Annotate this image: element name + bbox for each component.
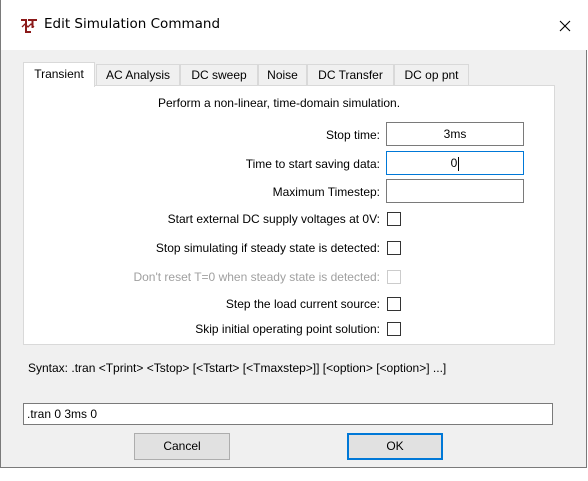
cancel-button[interactable]: Cancel	[134, 433, 230, 460]
edit-simulation-command-dialog: Edit Simulation Command Transient AC Ana…	[0, 0, 587, 468]
tab-ac-analysis[interactable]: AC Analysis	[96, 64, 180, 85]
syntax-hint: Syntax: .tran <Tprint> <Tstop> [<Tstart>…	[28, 361, 447, 375]
stop-time-input[interactable]: 3ms	[386, 122, 524, 146]
tab-noise[interactable]: Noise	[258, 64, 307, 85]
window-title: Edit Simulation Command	[44, 16, 221, 32]
skip-op-point-checkbox[interactable]	[387, 322, 401, 336]
stop-steady-state-checkbox[interactable]	[387, 241, 401, 255]
dont-reset-t0-checkbox	[387, 270, 401, 284]
step-load-current-label: Step the load current source:	[225, 297, 380, 311]
max-timestep-label: Maximum Timestep:	[272, 185, 380, 199]
tab-dc-op-pnt[interactable]: DC op pnt	[394, 64, 469, 85]
start-saving-label: Time to start saving data:	[245, 157, 380, 171]
max-timestep-input[interactable]	[386, 179, 524, 203]
step-load-current-checkbox[interactable]	[387, 297, 401, 311]
skip-op-point-label: Skip initial operating point solution:	[195, 322, 380, 336]
stop-time-label: Stop time:	[325, 128, 380, 142]
start-saving-value: 0	[450, 156, 458, 170]
start-dc-zero-checkbox[interactable]	[387, 212, 401, 226]
stop-steady-state-label: Stop simulating if steady state is detec…	[155, 241, 380, 255]
command-line-value: .tran 0 3ms 0	[27, 407, 98, 421]
stop-time-value: 3ms	[443, 127, 467, 141]
tab-transient[interactable]: Transient	[23, 62, 95, 87]
transient-description: Perform a non-linear, time-domain simula…	[157, 96, 401, 110]
title-bar[interactable]: Edit Simulation Command	[1, 0, 587, 50]
start-saving-input[interactable]: 0	[386, 151, 524, 175]
dont-reset-t0-label: Don't reset T=0 when steady state is det…	[133, 270, 380, 284]
background-window-strip	[0, 468, 588, 481]
tab-dc-sweep[interactable]: DC sweep	[180, 64, 258, 85]
close-button[interactable]	[553, 14, 577, 38]
start-dc-zero-label: Start external DC supply voltages at 0V:	[167, 212, 380, 226]
ok-button[interactable]: OK	[347, 433, 443, 460]
command-line-input[interactable]: .tran 0 3ms 0	[23, 403, 553, 425]
ltspice-icon	[21, 19, 37, 33]
text-caret	[458, 156, 460, 171]
tab-dc-transfer[interactable]: DC Transfer	[307, 64, 394, 85]
close-icon	[559, 20, 571, 32]
